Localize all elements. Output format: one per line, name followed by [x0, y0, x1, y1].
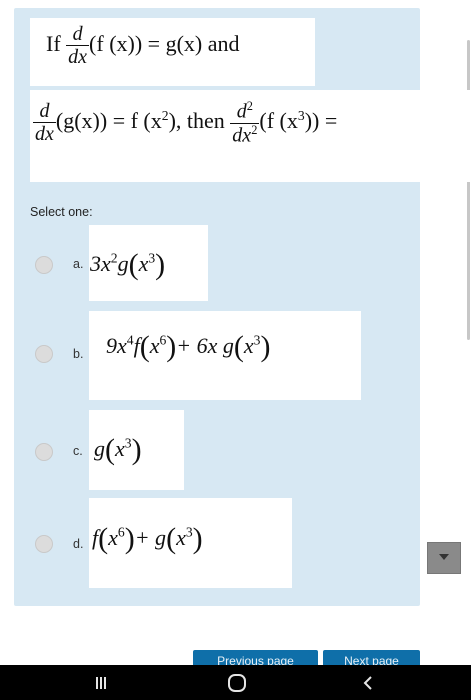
- option-c-letter: c.: [73, 444, 83, 458]
- triangle-down-icon: [439, 554, 449, 560]
- question-if-text: If: [46, 31, 61, 57]
- option-d-letter: d.: [73, 537, 84, 551]
- recent-apps-icon[interactable]: [86, 665, 116, 700]
- flag-question-button[interactable]: [427, 542, 461, 574]
- second-derivative-operator: d2 dx2: [230, 99, 260, 147]
- option-a-expression: 3x2g(x3): [90, 248, 166, 281]
- option-a-radio[interactable]: [35, 256, 53, 274]
- home-icon[interactable]: [222, 665, 252, 700]
- derivative-operator: d dx: [66, 23, 90, 68]
- option-c-expression: g(x3): [94, 433, 142, 466]
- question-line-2: d dx (g(x)) = f (x2), then d2 dx2 (f (x3…: [33, 99, 338, 147]
- question-then-text: then: [186, 108, 225, 134]
- option-b-radio[interactable]: [35, 345, 53, 363]
- option-d-radio[interactable]: [35, 535, 53, 553]
- option-a-letter: a.: [73, 257, 84, 271]
- option-d-expression: f(x6)+ g(x3): [92, 522, 203, 555]
- derivative-operator: d dx: [33, 100, 56, 146]
- question-and-text: and: [207, 31, 240, 57]
- question-expression-2: (g(x)) = f (x: [55, 108, 162, 134]
- question-line-1: If d dx (f (x)) = g(x) and: [46, 23, 240, 69]
- option-b-expression: 9x4f(x6)+ 6x g(x3): [106, 330, 271, 363]
- option-b-letter: b.: [73, 347, 84, 361]
- back-icon[interactable]: [353, 665, 383, 700]
- select-one-label: Select one:: [30, 205, 93, 219]
- option-c-radio[interactable]: [35, 443, 53, 461]
- scrollbar[interactable]: [467, 40, 470, 340]
- question-expression-3: (f (x: [259, 108, 298, 134]
- question-expression-1: (f (x)) = g(x): [89, 31, 203, 57]
- system-navigation-bar: [0, 665, 471, 700]
